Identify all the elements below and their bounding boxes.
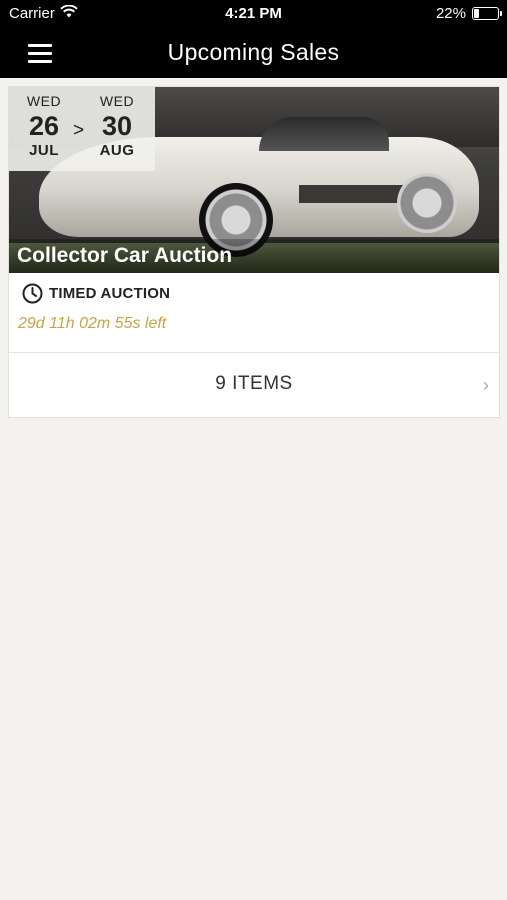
- date-range: WED 26 JUL > WED 30 AUG: [9, 87, 155, 171]
- status-bar: Carrier 4:21 PM 22%: [0, 0, 507, 28]
- battery-icon: [472, 7, 502, 20]
- clock-icon: [22, 283, 43, 304]
- items-button[interactable]: 9 ITEMS ›: [9, 353, 499, 417]
- end-day: 30: [101, 111, 133, 141]
- auction-info: TIMED AUCTION 29d 11h 02m 55s left: [9, 273, 499, 352]
- sale-card[interactable]: WED 26 JUL > WED 30 AUG Collector Car Au…: [8, 86, 500, 418]
- start-date: WED 26 JUL: [17, 93, 71, 159]
- status-right: 22%: [435, 5, 502, 22]
- nav-bar: Upcoming Sales: [0, 28, 507, 78]
- start-weekday: WED: [26, 93, 62, 109]
- page-title: Upcoming Sales: [167, 39, 340, 65]
- battery-fill: [474, 9, 479, 18]
- car-rear-wheel: [397, 173, 457, 233]
- auction-type-label: TIMED AUCTION: [49, 285, 171, 302]
- items-count: 9 ITEMS: [215, 373, 293, 394]
- start-month: JUL: [29, 142, 59, 159]
- end-weekday: WED: [99, 93, 135, 109]
- battery-percent: 22%: [435, 5, 466, 22]
- sale-hero-image[interactable]: WED 26 JUL > WED 30 AUG Collector Car Au…: [9, 87, 499, 273]
- sale-title[interactable]: Collector Car Auction: [9, 239, 499, 273]
- end-date: WED 30 AUG: [90, 93, 144, 159]
- date-arrow: >: [73, 120, 85, 141]
- time-remaining: 29d 11h 02m 55s left: [18, 315, 167, 332]
- status-time: 4:21 PM: [225, 5, 282, 22]
- start-day: 26: [28, 111, 60, 141]
- auction-type: TIMED AUCTION: [22, 283, 170, 304]
- car-window: [259, 117, 389, 151]
- end-month: AUG: [99, 142, 135, 159]
- chevron-right-icon: ›: [483, 375, 489, 395]
